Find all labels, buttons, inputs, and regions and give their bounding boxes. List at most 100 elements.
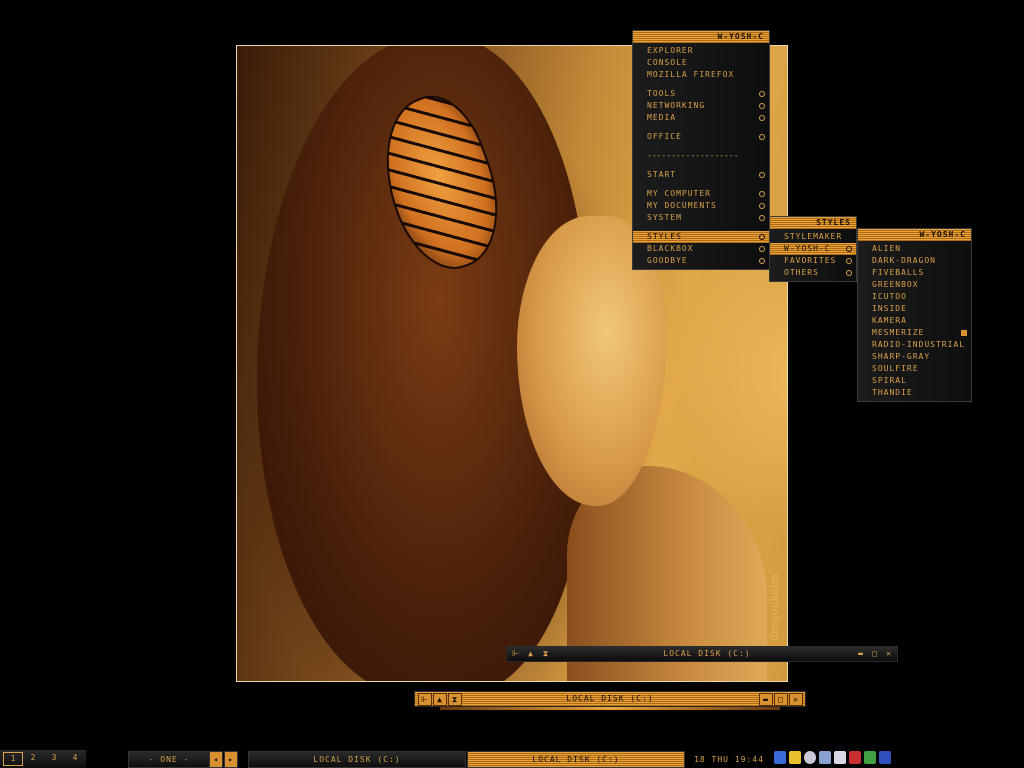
menu-item-label: DARK-DRAGON bbox=[872, 256, 936, 265]
menu-item-others[interactable]: OTHERS bbox=[770, 267, 856, 279]
submenu-circle-icon bbox=[759, 234, 765, 240]
submenu-circle-icon bbox=[846, 258, 852, 264]
shade-icon[interactable]: ▲ bbox=[433, 693, 447, 706]
window-lower-titlebar[interactable]: ⊩ ▲ ⧗ LOCAL DISK (C:) ▬ □ ✕ bbox=[414, 691, 806, 707]
ati-icon[interactable] bbox=[849, 751, 861, 764]
menu-item-label: EXPLORER bbox=[647, 46, 694, 55]
taskbar: 1 2 3 4 - ONE - ◂ ▸ LOCAL DISK (C:) LOCA… bbox=[0, 750, 1024, 768]
window-upper-title: LOCAL DISK (C:) bbox=[663, 649, 751, 658]
menu-item-w-yosh-c[interactable]: W-YOSH-C bbox=[770, 243, 856, 255]
pin-icon[interactable]: ⊩ bbox=[510, 648, 522, 659]
submenu-circle-icon bbox=[759, 215, 765, 221]
menu-item-label: STYLES bbox=[647, 232, 682, 241]
theme-menu-title[interactable]: W-YOSH-C bbox=[858, 229, 971, 241]
menu-item-console[interactable]: CONSOLE bbox=[633, 57, 769, 69]
submenu-circle-icon bbox=[846, 270, 852, 276]
menu-item-label: OTHERS bbox=[784, 268, 819, 277]
window-lower-handle[interactable] bbox=[440, 707, 780, 710]
menu-item-tools[interactable]: TOOLS bbox=[633, 88, 769, 100]
menu-item-networking[interactable]: NETWORKING bbox=[633, 100, 769, 112]
menu-item-system[interactable]: SYSTEM bbox=[633, 212, 769, 224]
workspace-1[interactable]: 1 bbox=[3, 752, 23, 766]
task-button[interactable]: LOCAL DISK (C:) bbox=[248, 751, 466, 768]
theme-item-alien[interactable]: ALIEN bbox=[858, 243, 971, 255]
submenu-circle-icon bbox=[759, 103, 765, 109]
menu-item-label: SOULFIRE bbox=[872, 364, 919, 373]
menu-item-label: OFFICE bbox=[647, 132, 682, 141]
maximize-icon[interactable]: □ bbox=[774, 693, 788, 706]
window-upper-titlebar[interactable]: ⊩ ▲ ⧗ LOCAL DISK (C:) ▬ □ ✕ bbox=[506, 646, 898, 662]
workspace-3[interactable]: 3 bbox=[45, 752, 63, 764]
menu-item-start[interactable]: START bbox=[633, 169, 769, 181]
main-menu-title[interactable]: W-YOSH-C bbox=[633, 31, 769, 43]
battery-icon[interactable] bbox=[879, 751, 891, 764]
menu-item-label: THANDIE bbox=[872, 388, 913, 397]
theme-item-kamera[interactable]: KAMERA bbox=[858, 315, 971, 327]
power-icon[interactable] bbox=[789, 751, 801, 764]
menu-item-styles[interactable]: STYLES bbox=[633, 231, 769, 243]
close-icon[interactable]: ✕ bbox=[883, 648, 895, 659]
menu-item-label: SPIRAL bbox=[872, 376, 907, 385]
theme-menu: W-YOSH-C ALIEN DARK-DRAGON FIVEBALLS GRE… bbox=[857, 228, 972, 402]
theme-item-sharp-gray[interactable]: SHARP-GRAY bbox=[858, 351, 971, 363]
menu-item-label: MOZILLA FIREFOX bbox=[647, 70, 735, 79]
menu-item-label: MY DOCUMENTS bbox=[647, 201, 717, 210]
close-icon[interactable]: ✕ bbox=[789, 693, 803, 706]
theme-item-icutoo[interactable]: ICUTOO bbox=[858, 291, 971, 303]
stick-icon[interactable]: ⧗ bbox=[448, 693, 462, 706]
menu-item-label: STYLEMAKER bbox=[784, 232, 843, 241]
pin-icon[interactable]: ⊩ bbox=[418, 693, 432, 706]
menu-item-explorer[interactable]: EXPLORER bbox=[633, 45, 769, 57]
next-workspace-icon[interactable]: ▸ bbox=[224, 751, 238, 768]
theme-item-fiveballs[interactable]: FIVEBALLS bbox=[858, 267, 971, 279]
submenu-circle-icon bbox=[759, 258, 765, 264]
menu-item-label: W-YOSH-C bbox=[784, 244, 831, 253]
menu-item-label: MEDIA bbox=[647, 113, 677, 122]
theme-item-dark-dragon[interactable]: DARK-DRAGON bbox=[858, 255, 971, 267]
shade-icon[interactable]: ▲ bbox=[525, 648, 537, 659]
menu-item-firefox[interactable]: MOZILLA FIREFOX bbox=[633, 69, 769, 81]
submenu-circle-icon bbox=[759, 246, 765, 252]
theme-item-thandie[interactable]: THANDIE bbox=[858, 387, 971, 399]
menu-item-label: TOOLS bbox=[647, 89, 677, 98]
menu-item-blackbox[interactable]: BLACKBOX bbox=[633, 243, 769, 255]
minimize-icon[interactable]: ▬ bbox=[759, 693, 773, 706]
menu-item-office[interactable]: OFFICE bbox=[633, 131, 769, 143]
theme-item-soulfire[interactable]: SOULFIRE bbox=[858, 363, 971, 375]
stick-icon[interactable]: ⧗ bbox=[540, 648, 552, 659]
menu-item-favorites[interactable]: FAVORITES bbox=[770, 255, 856, 267]
workspace-2[interactable]: 2 bbox=[24, 752, 42, 764]
submenu-circle-icon bbox=[759, 172, 765, 178]
menu-item-label: BLACKBOX bbox=[647, 244, 694, 253]
settings-icon[interactable] bbox=[804, 751, 816, 764]
styles-menu-title[interactable]: STYLES bbox=[770, 217, 856, 229]
network-icon[interactable] bbox=[774, 751, 786, 764]
volume-icon[interactable] bbox=[819, 751, 831, 764]
main-menu: W-YOSH-C EXPLORER CONSOLE MOZILLA FIREFO… bbox=[632, 30, 770, 270]
task-button-active[interactable]: LOCAL DISK (C:) bbox=[467, 751, 685, 768]
submenu-circle-icon bbox=[759, 203, 765, 209]
prev-workspace-icon[interactable]: ◂ bbox=[209, 751, 223, 768]
theme-item-mesmerize[interactable]: MESMERIZE bbox=[858, 327, 971, 339]
styles-menu: STYLES STYLEMAKER W-YOSH-C FAVORITES OTH… bbox=[769, 216, 857, 282]
menu-item-media[interactable]: MEDIA bbox=[633, 112, 769, 124]
security-icon[interactable] bbox=[834, 751, 846, 764]
update-icon[interactable] bbox=[864, 751, 876, 764]
menu-item-stylemaker[interactable]: STYLEMAKER bbox=[770, 231, 856, 243]
workspace-4[interactable]: 4 bbox=[66, 752, 84, 764]
clock: 18 THU 19:44 bbox=[688, 751, 770, 768]
menu-item-label: CONSOLE bbox=[647, 58, 688, 67]
maximize-icon[interactable]: □ bbox=[869, 648, 881, 659]
menu-item-my-documents[interactable]: MY DOCUMENTS bbox=[633, 200, 769, 212]
theme-item-spiral[interactable]: SPIRAL bbox=[858, 375, 971, 387]
menu-item-my-computer[interactable]: MY COMPUTER bbox=[633, 188, 769, 200]
theme-item-greenbox[interactable]: GREENBOX bbox=[858, 279, 971, 291]
menu-item-label: SHARP-GRAY bbox=[872, 352, 931, 361]
menu-item-label: MY COMPUTER bbox=[647, 189, 711, 198]
menu-item-goodbye[interactable]: GOODBYE bbox=[633, 255, 769, 267]
minimize-icon[interactable]: ▬ bbox=[855, 648, 867, 659]
theme-item-inside[interactable]: INSIDE bbox=[858, 303, 971, 315]
theme-item-radio-industrial[interactable]: RADIO-INDUSTRIAL bbox=[858, 339, 971, 351]
window-lower-title: LOCAL DISK (C:) bbox=[566, 694, 654, 703]
menu-item-label: GREENBOX bbox=[872, 280, 919, 289]
